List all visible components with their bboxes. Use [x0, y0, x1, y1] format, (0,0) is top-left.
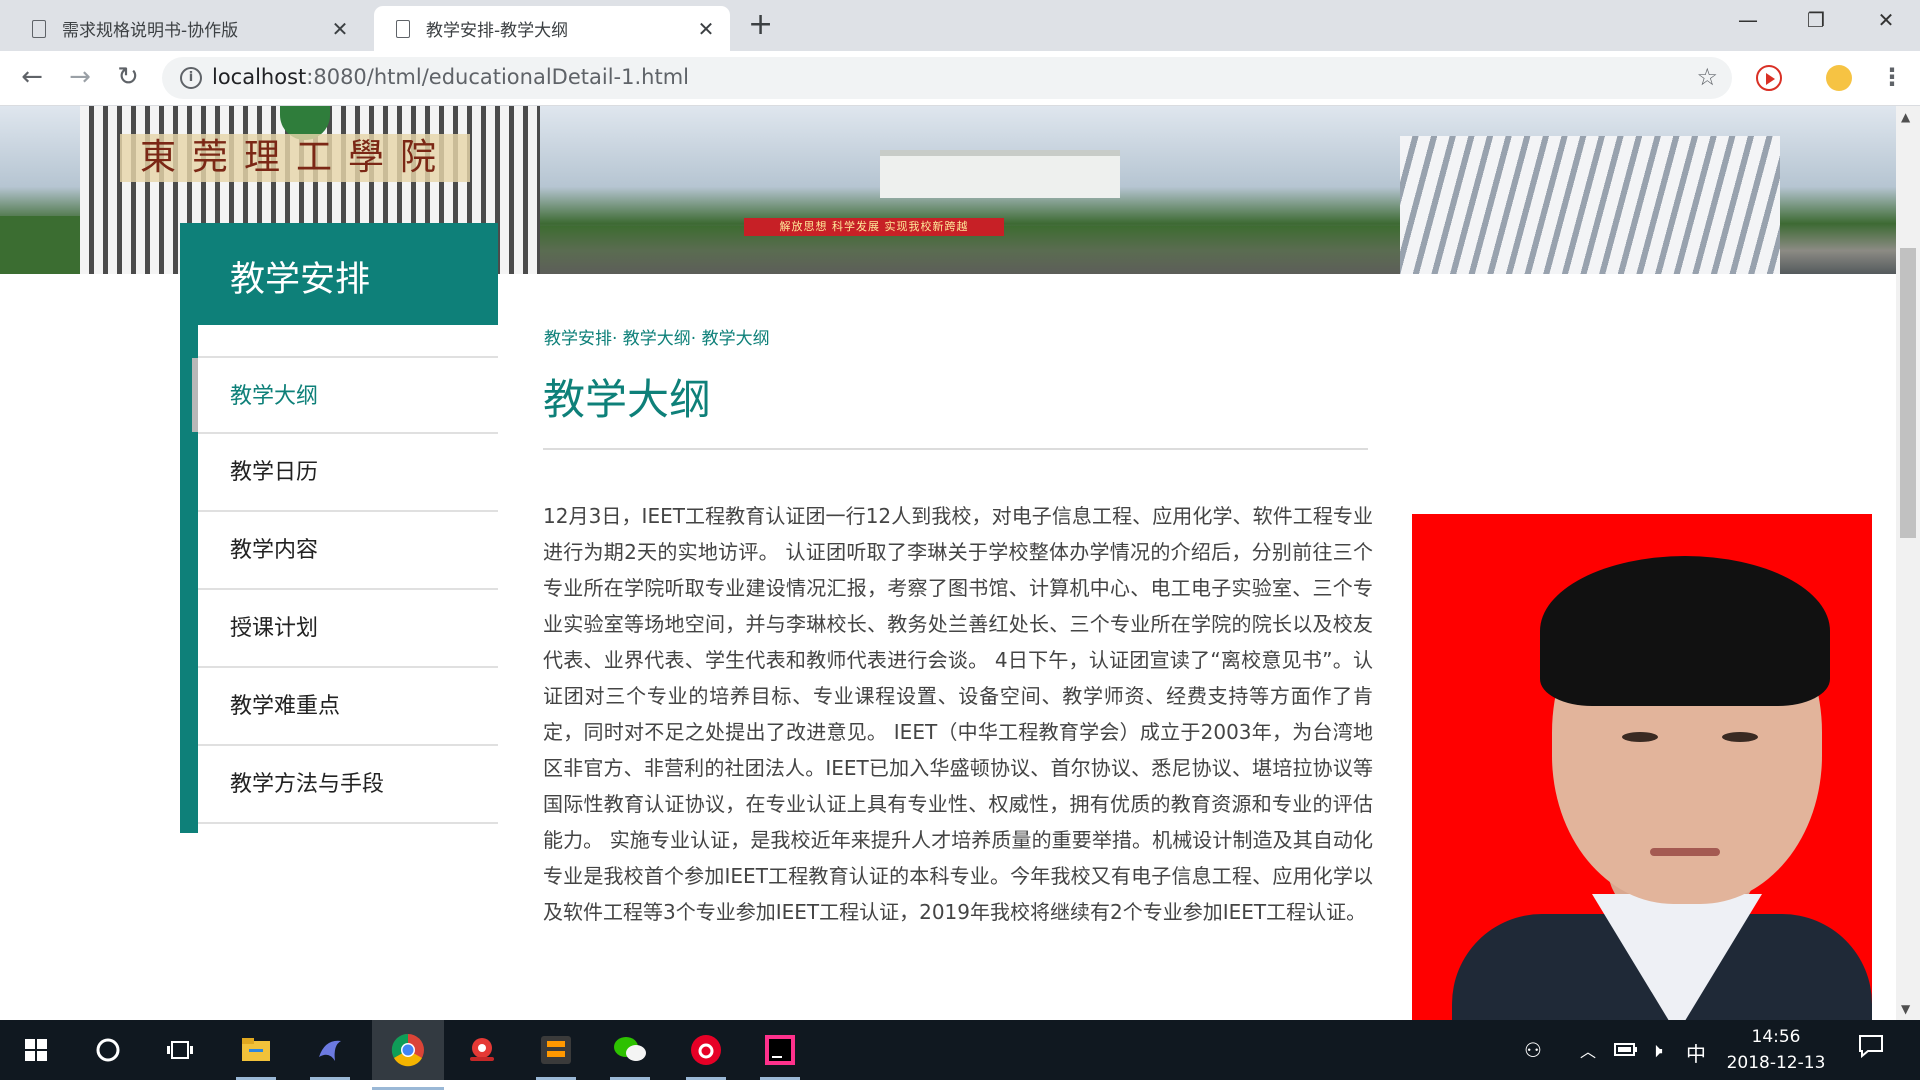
sidebar-heading: 教学安排: [180, 223, 498, 325]
sidebar-item-teaching-plan[interactable]: 授课计划: [198, 590, 498, 668]
scroll-down-icon[interactable]: ▼: [1901, 1002, 1910, 1016]
browser-tab-strip: 需求规格说明书-协作版 ✕ 教学安排-教学大纲 ✕ + — ❐ ✕: [0, 0, 1920, 51]
app-dolphin-icon[interactable]: [310, 1030, 350, 1080]
chrome-icon[interactable]: [372, 1020, 444, 1090]
close-icon[interactable]: ✕: [692, 17, 720, 41]
screen-recorder-extension-icon[interactable]: [1756, 65, 1782, 91]
ime-indicator[interactable]: 中: [1686, 1038, 1706, 1067]
people-icon[interactable]: ⚇: [1524, 1038, 1542, 1062]
sidebar-item-calendar[interactable]: 教学日历: [198, 434, 498, 512]
bookmark-star-icon[interactable]: ☆: [1696, 63, 1718, 91]
divider: [543, 448, 1368, 450]
back-icon[interactable]: ←: [14, 63, 50, 91]
netease-music-icon[interactable]: [686, 1030, 726, 1080]
tab-requirements-doc[interactable]: 需求规格说明书-协作版 ✕: [10, 6, 364, 51]
sidebar-nav: 教学大纲 教学日历 教学内容 授课计划 教学难重点 教学方法与手段: [192, 356, 498, 824]
browser-menu-icon[interactable]: ⋮: [1880, 63, 1904, 91]
profile-avatar[interactable]: [1826, 65, 1852, 91]
notification-center-icon[interactable]: [1858, 1034, 1884, 1063]
page-viewport: 東莞理工學院 解放思想 科学发展 实现我校新跨越 教学安排 教学大纲 教学日历 …: [0, 106, 1896, 1020]
windows-start-icon[interactable]: [16, 1030, 56, 1070]
tab-title: 教学安排-教学大纲: [426, 21, 569, 41]
new-tab-button[interactable]: +: [748, 10, 773, 40]
portrait-hair: [1540, 556, 1830, 706]
cortana-search-icon[interactable]: [88, 1030, 128, 1070]
clock-date: 2018-12-13: [1726, 1053, 1826, 1073]
page-icon: [32, 19, 46, 38]
sidebar-heading-text: 教学安排: [230, 260, 371, 300]
tab-title: 需求规格说明书-协作版: [62, 21, 239, 41]
intellij-idea-icon[interactable]: [760, 1030, 800, 1080]
sidebar-item-content[interactable]: 教学内容: [198, 512, 498, 590]
close-icon[interactable]: ✕: [326, 17, 354, 41]
portrait-mouth: [1650, 848, 1720, 856]
campus-arches: [1400, 136, 1780, 274]
window-close-icon[interactable]: ✕: [1866, 8, 1906, 32]
volume-muted-icon[interactable]: 🕨: [1650, 1038, 1663, 1062]
windows-taskbar: ⚇ ︿ 🕨 中 14:56 2018-12-13: [0, 1020, 1920, 1090]
portrait-photo: [1412, 514, 1872, 1020]
tab-educational-detail[interactable]: 教学安排-教学大纲 ✕: [374, 6, 730, 51]
scroll-up-icon[interactable]: ▲: [1901, 110, 1910, 124]
sidebar-item-key-points[interactable]: 教学难重点: [198, 668, 498, 746]
reload-icon[interactable]: ↻: [110, 63, 146, 91]
banner-slogan: 解放思想 科学发展 实现我校新跨越: [744, 218, 1004, 236]
clock-time: 14:56: [1751, 1027, 1801, 1047]
page-icon: [396, 19, 410, 38]
sidebar-item-methods[interactable]: 教学方法与手段: [198, 746, 498, 824]
show-hidden-icons-icon[interactable]: ︿: [1580, 1038, 1596, 1062]
portrait-eye: [1622, 732, 1658, 742]
site-info-icon[interactable]: i: [180, 67, 202, 89]
app-snail-icon[interactable]: [462, 1030, 502, 1070]
article-body: 12月3日，IEET工程教育认证团一行12人到我校，对电子信息工程、应用化学、软…: [543, 504, 1373, 924]
breadcrumb[interactable]: 教学安排· 教学大纲· 教学大纲: [544, 324, 770, 349]
taskbar-clock[interactable]: 14:56 2018-12-13: [1716, 1024, 1836, 1076]
task-view-icon[interactable]: [160, 1030, 200, 1070]
url-text[interactable]: localhost:8080/html/educationalDetail-1.…: [212, 65, 689, 89]
wechat-icon[interactable]: [610, 1030, 650, 1080]
campus-building: [880, 150, 1120, 198]
minimize-icon[interactable]: —: [1728, 8, 1768, 32]
vertical-scrollbar[interactable]: ▲ ▼: [1896, 106, 1920, 1020]
sublime-text-icon[interactable]: [536, 1030, 576, 1080]
page-title: 教学大纲: [543, 375, 712, 424]
banner-trees: [0, 216, 90, 274]
browser-toolbar: ← → ↻ i localhost:8080/html/educationalD…: [0, 51, 1920, 106]
forward-icon[interactable]: →: [62, 63, 98, 91]
restore-icon[interactable]: ❐: [1796, 8, 1836, 32]
portrait-eye: [1722, 732, 1758, 742]
file-explorer-icon[interactable]: [236, 1030, 276, 1080]
address-bar[interactable]: i localhost:8080/html/educationalDetail-…: [162, 57, 1732, 99]
sidebar-item-syllabus[interactable]: 教学大纲: [192, 356, 498, 434]
battery-icon[interactable]: [1614, 1038, 1638, 1062]
scrollbar-thumb[interactable]: [1900, 248, 1916, 538]
school-name-sign: 東莞理工學院: [120, 134, 470, 182]
